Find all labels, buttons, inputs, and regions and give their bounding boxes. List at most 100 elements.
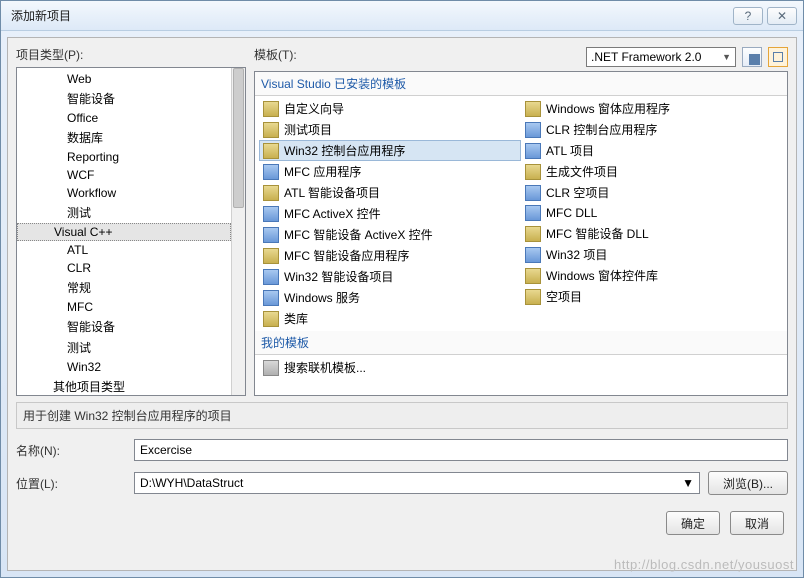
template-item[interactable]: 自定义向导 (259, 98, 521, 119)
templates-list[interactable]: Visual Studio 已安装的模板 自定义向导测试项目Win32 控制台应… (254, 71, 788, 396)
template-icon (525, 289, 541, 305)
template-icon (263, 164, 279, 180)
project-types-label: 项目类型(P): (16, 46, 246, 63)
template-icon (263, 269, 279, 285)
template-item[interactable]: MFC 应用程序 (259, 161, 521, 182)
tree-item[interactable]: 常规 (17, 277, 231, 298)
framework-selected: .NET Framework 2.0 (591, 50, 701, 64)
help-button[interactable]: ? (733, 7, 763, 25)
template-grid: 自定义向导测试项目 Win32 控制台应用程序 MFC 应用程序 ATL 智能设备项目… (255, 96, 787, 331)
tree-item[interactable]: Win32 (17, 358, 231, 376)
window-title: 添加新项目 (11, 7, 71, 24)
template-icon (525, 122, 541, 138)
template-item[interactable]: Windows 窗体控件库 (521, 265, 783, 286)
window-controls: ? ✕ (733, 7, 797, 25)
location-value: D:\WYH\DataStruct (140, 476, 243, 490)
template-item[interactable]: MFC 智能设备 ActiveX 控件 (259, 224, 521, 245)
template-label: Win32 控制台应用程序 (284, 142, 405, 159)
tree-item[interactable]: Office (17, 109, 231, 127)
cancel-button[interactable]: 取消 (730, 511, 784, 535)
template-icon (525, 247, 541, 263)
framework-combo[interactable]: .NET Framework 2.0 ▼ (586, 47, 736, 67)
template-item[interactable]: 测试项目 (259, 119, 521, 140)
tree-item[interactable]: Visual C++ (17, 223, 231, 241)
template-icon (525, 268, 541, 284)
template-item[interactable]: 空项目 (521, 286, 783, 307)
template-icon (263, 185, 279, 201)
tree-item[interactable]: 其他项目类型 (17, 376, 231, 396)
template-item[interactable]: MFC ActiveX 控件 (259, 203, 521, 224)
template-item[interactable]: ATL 项目 (521, 140, 783, 161)
tree-scroll-thumb[interactable] (233, 68, 244, 208)
tree-item[interactable]: WCF (17, 166, 231, 184)
templates-label: 模板(T): (254, 46, 297, 63)
template-icon (263, 122, 279, 138)
name-input[interactable] (134, 439, 788, 461)
tree-item[interactable]: Workflow (17, 184, 231, 202)
template-label: 测试项目 (284, 121, 332, 138)
template-label: Windows 窗体控件库 (546, 267, 658, 284)
tree-item[interactable]: 测试 (17, 337, 231, 358)
template-item[interactable]: Win32 项目 (521, 244, 783, 265)
template-icon (263, 311, 279, 327)
template-label: MFC 智能设备应用程序 (284, 247, 409, 264)
tree-item[interactable]: ATL (17, 241, 231, 259)
chevron-down-icon: ▼ (682, 476, 694, 490)
template-label: MFC ActiveX 控件 (284, 205, 381, 222)
tree-item[interactable]: 智能设备 (17, 88, 231, 109)
template-label: 搜索联机模板... (284, 359, 366, 376)
tree-scrollbar[interactable] (231, 68, 245, 395)
template-item[interactable]: Windows 服务 (259, 287, 521, 308)
template-icon (263, 248, 279, 264)
chevron-down-icon: ▼ (722, 52, 731, 62)
template-item[interactable]: Win32 智能设备项目 (259, 266, 521, 287)
template-label: 类库 (284, 310, 308, 327)
close-button[interactable]: ✕ (767, 7, 797, 25)
template-item[interactable]: 类库 (259, 308, 521, 329)
template-item-search-online[interactable]: 搜索联机模板... (259, 357, 370, 378)
template-item[interactable]: MFC 智能设备 DLL (521, 223, 783, 244)
template-item[interactable]: ATL 智能设备项目 (259, 182, 521, 203)
template-label: MFC 智能设备 ActiveX 控件 (284, 226, 433, 243)
template-icon (525, 226, 541, 242)
template-label: CLR 控制台应用程序 (546, 121, 657, 138)
template-label: 生成文件项目 (546, 163, 618, 180)
template-icon (263, 227, 279, 243)
tree-item[interactable]: Reporting (17, 148, 231, 166)
template-item[interactable]: MFC 智能设备应用程序 (259, 245, 521, 266)
dialog-buttons: 确定 取消 (16, 511, 788, 535)
tree-item[interactable]: 数据库 (17, 127, 231, 148)
location-combo[interactable]: D:\WYH\DataStruct ▼ (134, 472, 700, 494)
description-bar: 用于创建 Win32 控制台应用程序的项目 (16, 402, 788, 429)
location-label: 位置(L): (16, 475, 126, 492)
tree-item[interactable]: MFC (17, 298, 231, 316)
template-item[interactable]: MFC DLL (521, 203, 783, 223)
templates-panel: 模板(T): .NET Framework 2.0 ▼ Visual Studi… (254, 46, 788, 396)
view-details-button[interactable] (768, 47, 788, 67)
tree-item[interactable]: 智能设备 (17, 316, 231, 337)
project-types-tree[interactable]: Web智能设备Office数据库ReportingWCFWorkflow测试Vi… (16, 67, 246, 396)
template-item[interactable]: CLR 空项目 (521, 182, 783, 203)
tree-item[interactable]: 测试 (17, 202, 231, 223)
template-label: MFC 应用程序 (284, 163, 361, 180)
template-icon (525, 143, 541, 159)
tree-item[interactable]: Web (17, 70, 231, 88)
template-item[interactable]: Win32 控制台应用程序 (259, 140, 521, 161)
template-item[interactable]: Windows 窗体应用程序 (521, 98, 783, 119)
ok-button[interactable]: 确定 (666, 511, 720, 535)
template-icon (263, 290, 279, 306)
view-small-icons-button[interactable] (742, 47, 762, 67)
search-icon (263, 360, 279, 376)
templates-header: 模板(T): .NET Framework 2.0 ▼ (254, 46, 788, 67)
template-icon (263, 206, 279, 222)
template-item[interactable]: 生成文件项目 (521, 161, 783, 182)
template-icon (525, 185, 541, 201)
template-icon (263, 143, 279, 159)
tree-item[interactable]: CLR (17, 259, 231, 277)
template-item[interactable]: CLR 控制台应用程序 (521, 119, 783, 140)
browse-button[interactable]: 浏览(B)... (708, 471, 788, 495)
template-label: Win32 项目 (546, 246, 607, 263)
titlebar: 添加新项目 ? ✕ (1, 1, 803, 31)
template-label: Windows 服务 (284, 289, 360, 306)
project-types-panel: 项目类型(P): Web智能设备Office数据库ReportingWCFWor… (16, 46, 246, 396)
